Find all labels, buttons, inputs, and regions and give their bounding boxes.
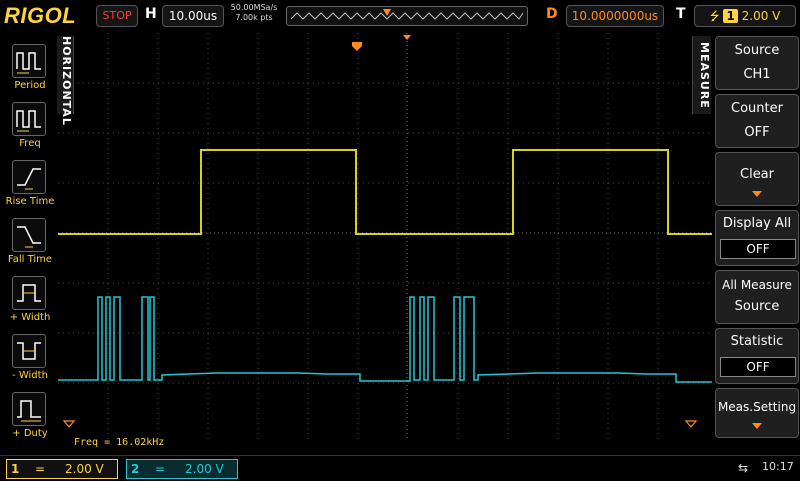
measure-freq-button[interactable]: Freq (6, 98, 54, 154)
top-status-bar: RIGOL STOP H 10.00us 50.00MSa/s 7.00k pt… (0, 0, 800, 33)
delay-label: D (546, 6, 558, 22)
all-measure-label: All Measure (722, 278, 792, 292)
trigger-level: 2.00 V (741, 9, 781, 23)
run-stop-indicator[interactable]: STOP (96, 5, 138, 27)
clock: 10:17 (762, 460, 794, 473)
counter-button[interactable]: Counter OFF (715, 94, 799, 148)
meas-setting-title: Meas.Setting (717, 400, 797, 414)
timebase-value[interactable]: 10.00us (162, 5, 224, 27)
rise-time-label: Rise Time (5, 196, 55, 207)
brand-logo: RIGOL (4, 3, 77, 28)
negative-width-icon (12, 334, 46, 368)
positive-width-icon (12, 276, 46, 310)
measure-positive-duty-button[interactable]: + Duty (6, 388, 54, 444)
measure-negative-width-button[interactable]: - Width (6, 330, 54, 386)
trigger-channel-badge: 1 (723, 9, 738, 23)
positive-duty-label: + Duty (12, 428, 48, 439)
waveform-display[interactable] (58, 33, 712, 439)
chevron-down-icon (752, 423, 762, 429)
right-measure-menu: Source CH1 Counter OFF Clear Display All… (712, 33, 800, 439)
meas-setting-button[interactable]: Meas.Setting (715, 388, 799, 438)
trigger-edge-icon: ⭍ (709, 9, 720, 23)
sample-rate: 50.00MSa/s (230, 3, 278, 12)
freq-label: Freq (19, 138, 41, 149)
positive-duty-icon (12, 392, 46, 426)
ch2-status[interactable]: 2 = 2.00 V (126, 459, 238, 479)
display-all-title: Display All (722, 216, 792, 231)
horizontal-label: H (145, 6, 157, 22)
left-measure-menu: Period Freq Rise Time Fall Time + Width … (0, 36, 58, 450)
rise-time-icon (12, 160, 46, 194)
clear-title: Clear (740, 167, 774, 182)
source-value: CH1 (743, 67, 771, 82)
ch2-scale: 2.00 V (185, 462, 224, 476)
measure-rise-time-button[interactable]: Rise Time (6, 156, 54, 212)
clear-button[interactable]: Clear (715, 152, 799, 206)
period-label: Period (14, 80, 46, 91)
fall-time-label: Fall Time (7, 254, 53, 265)
ch1-number: 1 (11, 462, 20, 476)
trigger-label: T (676, 6, 686, 22)
counter-value: OFF (744, 125, 770, 140)
all-measure-source-button[interactable]: All Measure Source (715, 270, 799, 324)
memory-overview-strip[interactable] (286, 6, 528, 26)
horizontal-menu-tab: HORIZONTAL (57, 36, 74, 126)
statistic-title: Statistic (730, 334, 784, 349)
ch1-scale: 2.00 V (65, 462, 104, 476)
chevron-down-icon (752, 191, 762, 197)
ch1-coupling-icon: = (35, 462, 46, 476)
fall-time-icon (12, 218, 46, 252)
counter-title: Counter (731, 101, 783, 116)
usb-icon: ⇆ (738, 461, 749, 475)
measure-menu-tab: MEASURE (692, 36, 711, 114)
measure-positive-width-button[interactable]: + Width (6, 272, 54, 328)
display-all-value: OFF (720, 239, 796, 259)
ch2-coupling-icon: = (155, 462, 166, 476)
source-title: Source (734, 43, 780, 58)
statistic-value: OFF (720, 357, 796, 377)
trigger-info[interactable]: ⭍ 1 2.00 V (694, 5, 796, 27)
display-all-button[interactable]: Display All OFF (715, 210, 799, 266)
statistic-button[interactable]: Statistic OFF (715, 328, 799, 384)
frequency-measurement: Freq = 16.02kHz (74, 437, 165, 448)
measure-fall-time-button[interactable]: Fall Time (6, 214, 54, 270)
memory-position-marker (383, 9, 391, 16)
sample-info: 50.00MSa/s 7.00k pts (226, 3, 282, 23)
negative-width-label: - Width (12, 370, 48, 381)
bottom-status-bar: 1 = 2.00 V 2 = 2.00 V ⇆ 10:17 (0, 455, 800, 481)
source-button[interactable]: Source CH1 (715, 36, 799, 90)
positive-width-label: + Width (9, 312, 51, 323)
measure-period-button[interactable]: Period (6, 40, 54, 96)
ch2-number: 2 (131, 462, 140, 476)
freq-icon (12, 102, 46, 136)
memory-depth: 7.00k pts (235, 13, 273, 22)
delay-value[interactable]: 10.0000000us (566, 5, 664, 27)
all-measure-source-label: Source (734, 299, 780, 314)
ch1-status[interactable]: 1 = 2.00 V (6, 459, 118, 479)
period-icon (12, 44, 46, 78)
